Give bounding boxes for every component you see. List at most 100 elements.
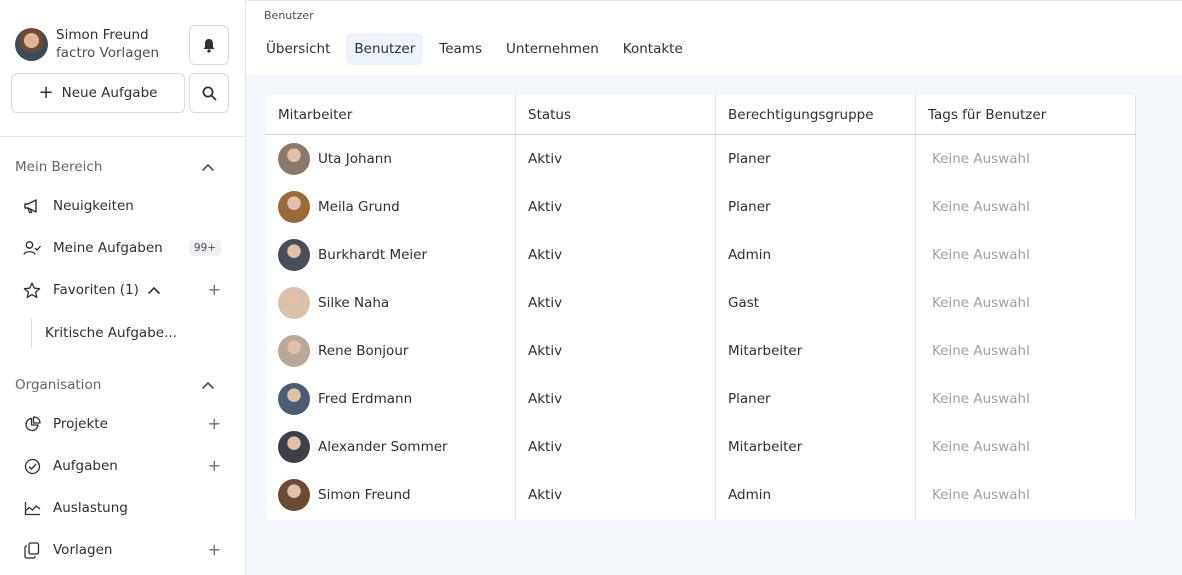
avatar (278, 431, 310, 463)
table-row[interactable]: Alexander Sommer Aktiv Mitarbeiter Keine Au… (266, 423, 1136, 471)
sidebar-item-label: Favoriten (1) (53, 282, 139, 298)
cell-status[interactable]: Aktiv (516, 327, 716, 375)
add-task-icon[interactable]: + (208, 458, 221, 474)
cell-tags[interactable]: Keine Auswahl (916, 327, 1136, 375)
user-name: Meila Grund (318, 199, 400, 215)
cell-status[interactable]: Aktiv (516, 135, 716, 183)
bell-icon (203, 38, 215, 53)
table-row[interactable]: Rene Bonjour Aktiv Mitarbeiter Keine Auswah… (266, 327, 1136, 375)
cell-mitarbeiter[interactable]: Meila Grund (266, 183, 516, 231)
avatar (278, 287, 310, 319)
column-header-berechtigungsgruppe[interactable]: Berechtigungsgruppe (716, 95, 916, 134)
table-row[interactable]: Simon Freund Aktiv Admin Keine Auswahl (266, 471, 1136, 519)
cell-berechtigungsgruppe[interactable]: Planer (716, 135, 916, 183)
add-favorite-icon[interactable]: + (208, 282, 221, 298)
table-row[interactable]: Burkhardt Meier Aktiv Admin Keine Auswahl (266, 231, 1136, 279)
sidebar-item-favoriten[interactable]: Favoriten (1) + (23, 279, 223, 301)
section-organisation[interactable]: Organisation (15, 377, 215, 393)
check-circle-icon (24, 458, 40, 474)
column-header-status[interactable]: Status (516, 95, 716, 134)
avatar (15, 27, 48, 61)
cell-mitarbeiter[interactable]: Burkhardt Meier (266, 231, 516, 279)
tab-unternehmen[interactable]: Unternehmen (498, 33, 607, 65)
table-row[interactable]: Uta Johann Aktiv Planer Keine Auswahl (266, 135, 1136, 183)
tab-kontakte[interactable]: Kontakte (615, 33, 691, 65)
table-row[interactable]: Fred Erdmann Aktiv Planer Keine Auswahl (266, 375, 1136, 423)
tab-uebersicht[interactable]: Übersicht (258, 33, 338, 65)
sidebar-item-projekte[interactable]: Projekte + (23, 413, 223, 435)
sidebar-divider (0, 136, 245, 137)
sidebar-item-auslastung[interactable]: Auslastung (23, 497, 223, 519)
section-organisation-label: Organisation (15, 377, 102, 393)
cell-berechtigungsgruppe[interactable]: Admin (716, 231, 916, 279)
cell-berechtigungsgruppe[interactable]: Mitarbeiter (716, 423, 916, 471)
main-content: Benutzer Übersicht Benutzer Teams Untern… (246, 0, 1182, 575)
sidebar-item-label: Meine Aufgaben (53, 240, 163, 256)
cell-tags[interactable]: Keine Auswahl (916, 135, 1136, 183)
cell-tags[interactable]: Keine Auswahl (916, 279, 1136, 327)
user-check-icon (23, 241, 41, 255)
chevron-up-icon[interactable] (147, 286, 161, 295)
user-profile[interactable]: Simon Freund factro Vorlagen (15, 26, 159, 62)
cell-tags[interactable]: Keine Auswahl (916, 423, 1136, 471)
sidebar-item-label: Aufgaben (53, 458, 118, 474)
chevron-up-icon[interactable] (201, 163, 215, 172)
section-mein-bereich[interactable]: Mein Bereich (15, 159, 215, 175)
user-name: Burkhardt Meier (318, 247, 428, 263)
cell-berechtigungsgruppe[interactable]: Planer (716, 375, 916, 423)
cell-berechtigungsgruppe[interactable]: Gast (716, 279, 916, 327)
cell-mitarbeiter[interactable]: Simon Freund (266, 471, 516, 519)
cell-status[interactable]: Aktiv (516, 279, 716, 327)
cell-berechtigungsgruppe[interactable]: Planer (716, 183, 916, 231)
table-row[interactable]: Silke Naha Aktiv Gast Keine Auswahl (266, 279, 1136, 327)
sidebar: Simon Freund factro Vorlagen + Neue Aufg… (0, 0, 246, 575)
sidebar-item-label: Kritische Aufgabe... (45, 325, 177, 341)
tab-teams[interactable]: Teams (431, 33, 490, 65)
megaphone-icon (24, 199, 37, 214)
cell-berechtigungsgruppe[interactable]: Mitarbeiter (716, 327, 916, 375)
add-template-icon[interactable]: + (208, 542, 221, 558)
cell-mitarbeiter[interactable]: Fred Erdmann (266, 375, 516, 423)
user-name: Simon Freund (318, 487, 411, 503)
sidebar-item-label: Projekte (53, 416, 108, 432)
new-task-label: Neue Aufgabe (61, 85, 158, 101)
column-header-mitarbeiter[interactable]: Mitarbeiter (266, 95, 516, 134)
avatar (278, 239, 310, 271)
new-task-button[interactable]: + Neue Aufgabe (11, 73, 185, 113)
column-header-tags[interactable]: Tags für Benutzer (916, 95, 1136, 134)
sidebar-item-aufgaben[interactable]: Aufgaben + (23, 455, 223, 477)
cell-mitarbeiter[interactable]: Alexander Sommer (266, 423, 516, 471)
cell-status[interactable]: Aktiv (516, 423, 716, 471)
tab-bar: Übersicht Benutzer Teams Unternehmen Kon… (258, 33, 699, 65)
cell-status[interactable]: Aktiv (516, 183, 716, 231)
notifications-button[interactable] (189, 25, 229, 65)
add-project-icon[interactable]: + (208, 416, 221, 432)
cell-status[interactable]: Aktiv (516, 471, 716, 519)
cell-tags[interactable]: Keine Auswahl (916, 375, 1136, 423)
tab-benutzer[interactable]: Benutzer (346, 33, 424, 65)
cell-mitarbeiter[interactable]: Silke Naha (266, 279, 516, 327)
cell-status[interactable]: Aktiv (516, 375, 716, 423)
copy-icon (24, 541, 40, 559)
avatar (278, 383, 310, 415)
sidebar-item-vorlagen[interactable]: Vorlagen + (23, 539, 223, 561)
sidebar-item-label: Auslastung (53, 500, 128, 516)
search-button[interactable] (189, 73, 229, 113)
profile-name: Simon Freund (56, 27, 149, 43)
cell-tags[interactable]: Keine Auswahl (916, 231, 1136, 279)
cell-berechtigungsgruppe[interactable]: Admin (716, 471, 916, 519)
cell-tags[interactable]: Keine Auswahl (916, 471, 1136, 519)
breadcrumb: Benutzer (264, 9, 314, 22)
star-icon (23, 282, 41, 298)
cell-tags[interactable]: Keine Auswahl (916, 183, 1136, 231)
sidebar-item-meine-aufgaben[interactable]: Meine Aufgaben 99+ (23, 237, 223, 259)
cell-mitarbeiter[interactable]: Uta Johann (266, 135, 516, 183)
sidebar-item-kritische-aufgaben[interactable]: Kritische Aufgabe... (31, 318, 177, 348)
cell-mitarbeiter[interactable]: Rene Bonjour (266, 327, 516, 375)
sidebar-item-neuigkeiten[interactable]: Neuigkeiten (23, 195, 223, 217)
chevron-up-icon[interactable] (201, 381, 215, 390)
table-row[interactable]: Meila Grund Aktiv Planer Keine Auswahl (266, 183, 1136, 231)
user-name: Uta Johann (318, 151, 392, 167)
plus-icon: + (38, 82, 54, 103)
cell-status[interactable]: Aktiv (516, 231, 716, 279)
